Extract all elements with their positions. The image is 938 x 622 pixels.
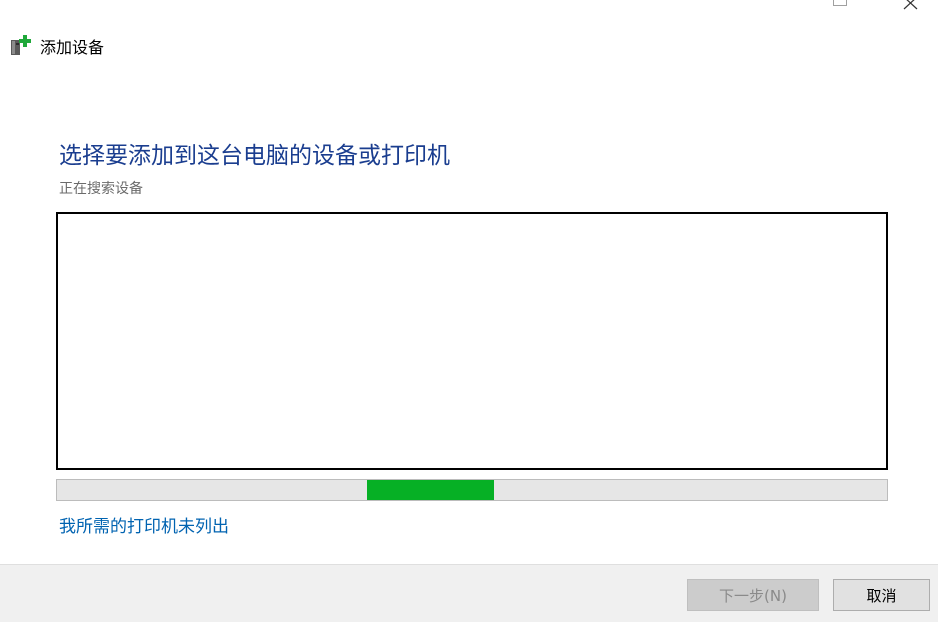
add-device-icon [10, 34, 34, 58]
maximize-icon[interactable] [833, 0, 847, 6]
printer-not-listed-link[interactable]: 我所需的打印机未列出 [59, 512, 229, 537]
progress-fill [367, 480, 494, 500]
cancel-button[interactable]: 取消 [833, 579, 930, 611]
window-title: 添加设备 [40, 38, 105, 57]
add-device-window: 添加设备 选择要添加到这台电脑的设备或打印机 正在搜索设备 我所需的打印机未列出… [0, 0, 938, 622]
search-progress-bar [56, 479, 888, 501]
search-status-text: 正在搜索设备 [59, 181, 143, 197]
close-icon[interactable] [902, 0, 920, 10]
next-button[interactable]: 下一步(N) [687, 579, 819, 611]
page-title: 选择要添加到这台电脑的设备或打印机 [59, 143, 450, 169]
footer-bar: 下一步(N) 取消 [0, 564, 938, 622]
window-header: 添加设备 [10, 34, 104, 58]
device-list[interactable] [56, 212, 888, 470]
